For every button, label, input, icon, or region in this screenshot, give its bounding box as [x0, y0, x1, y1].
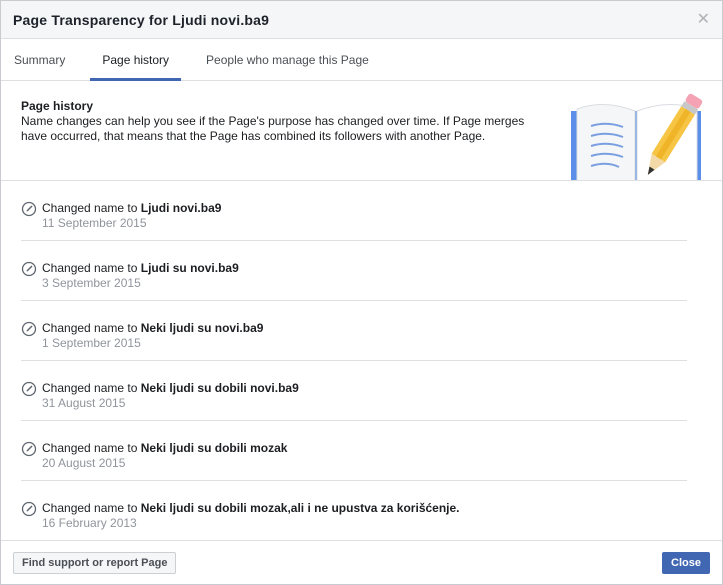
tab-summary[interactable]: Summary — [14, 39, 65, 80]
history-line: Changed name to Neki ljudi su dobili nov… — [42, 381, 687, 396]
close-button[interactable]: Close — [662, 551, 710, 574]
history-line: Changed name to Neki ljudi su dobili moz… — [42, 441, 687, 456]
find-support-report-button[interactable]: Find support or report Page — [13, 551, 177, 574]
history-date: 16 February 2013 — [42, 516, 137, 530]
tab-bar: Summary Page history People who manage t… — [1, 39, 722, 81]
history-prefix: Changed name to — [42, 381, 138, 395]
history-date: 20 August 2015 — [42, 456, 126, 470]
tab-page-history[interactable]: Page history — [90, 39, 181, 81]
page-history-banner: Page history Name changes can help you s… — [1, 81, 722, 181]
history-item: Changed name to Ljudi su novi.ba9 3 Sept… — [21, 241, 687, 301]
history-date: 11 September 2015 — [42, 216, 147, 230]
edit-icon — [21, 261, 37, 277]
history-item: Changed name to Neki ljudi su novi.ba9 1… — [21, 301, 687, 361]
edit-icon — [21, 501, 37, 517]
history-name: Neki ljudi su dobili mozak — [140, 441, 288, 455]
edit-icon — [21, 441, 37, 457]
tab-people-who-manage[interactable]: People who manage this Page — [206, 39, 369, 80]
history-item: Changed name to Neki ljudi su dobili moz… — [21, 421, 687, 481]
history-item: Changed name to Ljudi novi.ba9 11 Septem… — [21, 181, 687, 241]
history-item: Changed name to Neki ljudi su dobili moz… — [21, 481, 687, 541]
history-prefix: Changed name to — [42, 441, 138, 455]
dialog-title: Page Transparency for Ljudi novi.ba9 — [13, 11, 270, 28]
banner-description: Name changes can help you see if the Pag… — [21, 114, 525, 143]
history-prefix: Changed name to — [42, 201, 138, 215]
history-name: Neki ljudi su dobili mozak,ali i ne upus… — [140, 501, 460, 515]
history-line: Changed name to Neki ljudi su dobili moz… — [42, 501, 687, 516]
history-name: Ljudi novi.ba9 — [140, 201, 222, 215]
history-prefix: Changed name to — [42, 321, 138, 335]
history-name: Neki ljudi su dobili novi.ba9 — [140, 381, 299, 395]
history-line: Changed name to Neki ljudi su novi.ba9 — [42, 321, 687, 336]
dialog-header: Page Transparency for Ljudi novi.ba9 ✕ — [1, 1, 722, 39]
history-date: 3 September 2015 — [42, 276, 141, 290]
history-prefix: Changed name to — [42, 261, 138, 275]
history-line: Changed name to Ljudi novi.ba9 — [42, 201, 687, 216]
edit-icon — [21, 381, 37, 397]
history-date: 1 September 2015 — [42, 336, 141, 350]
edit-icon — [21, 321, 37, 337]
page-transparency-dialog: Page Transparency for Ljudi novi.ba9 ✕ S… — [0, 0, 723, 585]
edit-icon — [21, 201, 37, 217]
open-book-pencil-illustration — [571, 93, 703, 180]
history-item: Changed name to Neki ljudi su dobili nov… — [21, 361, 687, 421]
page-history-list: Changed name to Ljudi novi.ba9 11 Septem… — [1, 181, 722, 541]
close-icon[interactable]: ✕ — [697, 11, 710, 28]
history-name: Ljudi su novi.ba9 — [140, 261, 239, 275]
history-name: Neki ljudi su novi.ba9 — [140, 321, 264, 335]
history-line: Changed name to Ljudi su novi.ba9 — [42, 261, 687, 276]
history-prefix: Changed name to — [42, 501, 138, 515]
dialog-footer: Find support or report Page Close — [1, 540, 722, 584]
history-date: 31 August 2015 — [42, 396, 126, 410]
